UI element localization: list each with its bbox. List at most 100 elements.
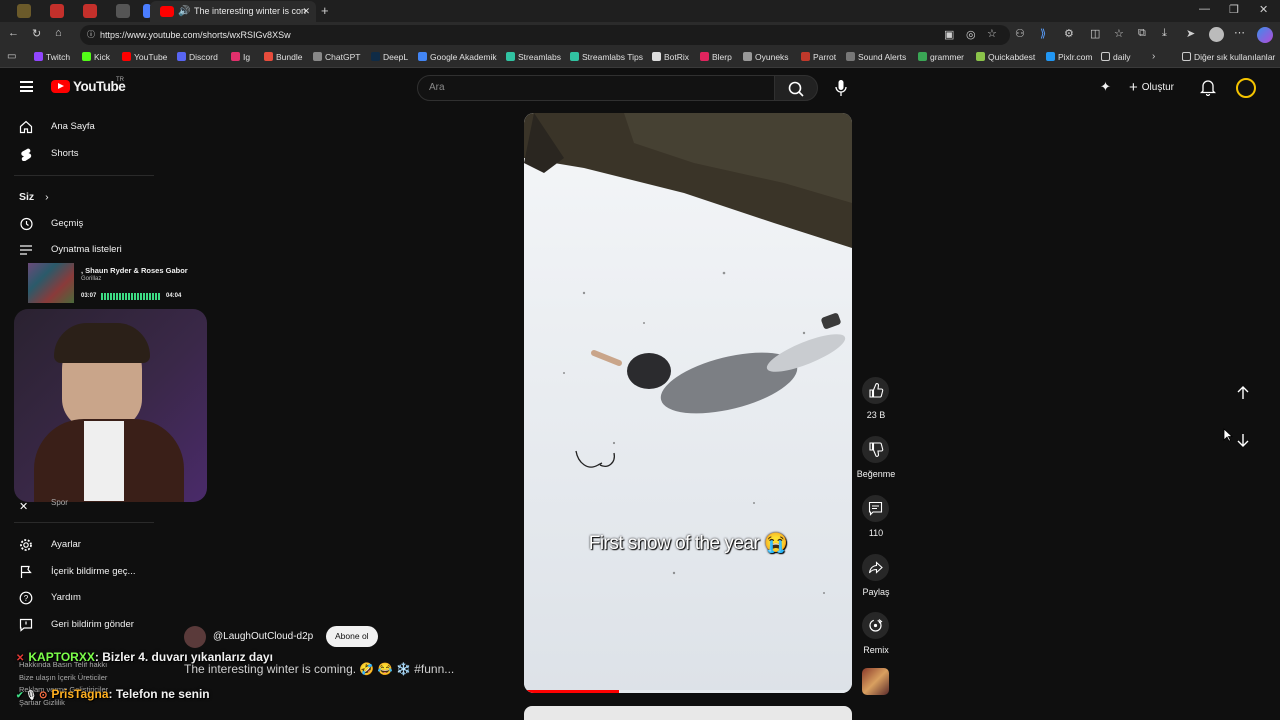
sidebar-item-playlists[interactable]: Oynatma listeleri bbox=[0, 238, 150, 262]
search-input[interactable]: Ara bbox=[417, 75, 775, 101]
bookmark-sound-alerts[interactable]: Sound Alerts bbox=[846, 52, 906, 62]
active-tab[interactable]: 🔊 The interesting winter is con ✕ bbox=[150, 1, 316, 22]
voice-search-button[interactable] bbox=[828, 75, 854, 101]
remix-button[interactable] bbox=[862, 612, 889, 639]
sidebar-item-home[interactable]: Ana Sayfa bbox=[0, 115, 150, 139]
bookmark-bundle[interactable]: Bundle bbox=[264, 52, 302, 62]
sidebar-item-feedback[interactable]: Geri bildirim gönder bbox=[0, 613, 150, 637]
remix-label: Remix bbox=[863, 645, 889, 655]
like-button[interactable] bbox=[862, 377, 889, 404]
close-window-icon[interactable]: ✕ bbox=[1259, 3, 1268, 16]
tab-youtube-icon[interactable] bbox=[50, 4, 64, 18]
next-short-button[interactable] bbox=[1232, 429, 1254, 451]
shorts-video-player[interactable]: First snow of the year 😭 bbox=[524, 113, 852, 693]
tab-youtube-icon[interactable] bbox=[83, 4, 97, 18]
sidebar-item-sports[interactable]: ✕ Spor bbox=[0, 491, 150, 515]
bookmark-kick[interactable]: Kick bbox=[82, 52, 110, 62]
bookmark-chatgpt[interactable]: ChatGPT bbox=[313, 52, 360, 62]
chat-message: ✔ 🎙 ⊙ PrisTagna: Telefon ne senin bbox=[16, 687, 210, 701]
bookmark-youtube[interactable]: YouTube bbox=[122, 52, 167, 62]
read-aloud-icon[interactable]: ⟫ bbox=[1040, 27, 1046, 40]
split-screen-icon[interactable]: ◫ bbox=[1090, 27, 1100, 40]
bookmark-label: ChatGPT bbox=[325, 52, 361, 62]
channel-avatar[interactable] bbox=[184, 626, 206, 648]
sidebar-item-help[interactable]: ? Yardım bbox=[0, 586, 150, 610]
share-button[interactable] bbox=[862, 554, 889, 581]
back-icon[interactable]: ← bbox=[8, 27, 19, 39]
profile-avatar[interactable] bbox=[1209, 27, 1224, 42]
chat-badge-icon: ✕ bbox=[16, 653, 25, 664]
search-button[interactable] bbox=[774, 75, 818, 101]
previous-short-button[interactable] bbox=[1232, 382, 1254, 404]
download-icon[interactable]: ⤓ bbox=[1162, 27, 1167, 40]
sidebar-section-you[interactable]: Siz › bbox=[0, 185, 150, 209]
close-tab-icon[interactable]: ✕ bbox=[302, 1, 310, 22]
sparkle-icon[interactable]: ✦ bbox=[1100, 79, 1111, 95]
hamburger-menu-icon[interactable] bbox=[20, 81, 33, 92]
bookmark-quickabdest[interactable]: Quickabdest bbox=[976, 52, 1035, 62]
bookmark-blerp[interactable]: Blerp bbox=[700, 52, 732, 62]
site-info-icon[interactable]: ⓘ bbox=[87, 25, 95, 45]
sidebar-label: Oynatma listeleri bbox=[51, 244, 122, 255]
twitch-icon bbox=[34, 52, 43, 61]
bookmark-streamlabs[interactable]: Streamlabs bbox=[506, 52, 561, 62]
url-field[interactable]: ⓘ https://www.youtube.com/shorts/wxRSIGv… bbox=[80, 25, 1010, 45]
bookmark-discord[interactable]: Discord bbox=[177, 52, 218, 62]
subscribe-button[interactable]: Abone ol bbox=[326, 626, 378, 647]
youtube-logo-icon[interactable] bbox=[51, 80, 70, 93]
sidebar-item-report-history[interactable]: İçerik bildirme geç... bbox=[0, 560, 150, 584]
share-icon[interactable]: ➤ bbox=[1186, 27, 1195, 40]
bookmark-daily[interactable]: daily bbox=[1101, 52, 1130, 62]
next-short-preview[interactable] bbox=[524, 706, 852, 720]
create-button[interactable]: + Oluştur bbox=[1129, 78, 1174, 98]
sidebar-item-settings[interactable]: Ayarlar bbox=[0, 533, 150, 557]
home-icon[interactable]: ⌂ bbox=[55, 27, 62, 39]
video-description[interactable]: The interesting winter is coming. 🤣 😂 ❄️… bbox=[184, 662, 454, 676]
blerp-icon bbox=[700, 52, 709, 61]
chevron-right-icon[interactable]: › bbox=[1152, 51, 1155, 62]
app-available-icon[interactable]: ▣ bbox=[944, 28, 954, 41]
bookmark-label: Streamlabs bbox=[518, 52, 561, 62]
bookmark-twitch[interactable]: Twitch bbox=[34, 52, 70, 62]
tab-favicon-icon[interactable] bbox=[116, 4, 130, 18]
maximize-icon[interactable]: ❐ bbox=[1229, 3, 1239, 16]
tab-favicon-icon[interactable] bbox=[17, 4, 31, 18]
bookmark-botrix[interactable]: BotRix bbox=[652, 52, 689, 62]
bookmark-streamlabs-tips[interactable]: Streamlabs Tips bbox=[570, 52, 643, 62]
sound-thumbnail[interactable] bbox=[862, 668, 889, 695]
comments-button[interactable] bbox=[862, 495, 889, 522]
minimize-icon[interactable]: — bbox=[1199, 3, 1210, 15]
reload-icon[interactable]: ↻ bbox=[32, 27, 41, 40]
bookmark-oyuneks[interactable]: Oyuneks bbox=[743, 52, 789, 62]
speaker-icon[interactable]: 🔊 bbox=[178, 1, 190, 22]
sidebar-item-history[interactable]: Geçmiş bbox=[0, 212, 150, 236]
notifications-icon[interactable] bbox=[1199, 79, 1217, 101]
bookmark-google-akademik[interactable]: Google Akademik bbox=[418, 52, 497, 62]
bookmark-parrot[interactable]: Parrot bbox=[801, 52, 836, 62]
sidebar-item-shorts[interactable]: Shorts bbox=[0, 142, 150, 166]
collections-icon[interactable]: ⧉ bbox=[1138, 27, 1146, 40]
bookmark-deepl[interactable]: DeepL bbox=[371, 52, 408, 62]
tracking-icon[interactable]: ◎ bbox=[966, 28, 976, 41]
new-tab-icon[interactable]: + bbox=[321, 3, 329, 18]
footer-links[interactable]: Bize ulaşın İçerik Üreticiler bbox=[19, 672, 108, 685]
dislike-button[interactable] bbox=[862, 436, 889, 463]
extension-icon[interactable]: ⚇ bbox=[1015, 27, 1025, 40]
collections-icon[interactable]: ▭ bbox=[7, 51, 16, 62]
bookmark-label: Twitch bbox=[46, 52, 71, 62]
favorite-star-icon[interactable]: ☆ bbox=[987, 27, 997, 40]
extensions-icon[interactable]: ⚙ bbox=[1064, 27, 1074, 40]
video-progress-track[interactable] bbox=[524, 690, 852, 693]
favorites-icon[interactable]: ☆ bbox=[1114, 27, 1124, 40]
now-playing-widget: , Shaun Ryder & Roses Gabor Gorillaz 03:… bbox=[28, 263, 188, 303]
bookmark-grammer[interactable]: grammer bbox=[918, 52, 964, 62]
bookmark-pixlr[interactable]: Pixlr.com bbox=[1046, 52, 1092, 62]
channel-name[interactable]: @LaughOutCloud-d2p bbox=[213, 631, 313, 642]
account-avatar[interactable] bbox=[1236, 78, 1256, 98]
bookmark-ig[interactable]: Ig bbox=[231, 52, 250, 62]
bookmark-label: BotRix bbox=[664, 52, 690, 62]
bookmark-other-folder[interactable]: Diğer sık kullanılanlar bbox=[1182, 52, 1275, 62]
sidebar-label: Spor bbox=[51, 498, 68, 507]
more-menu-icon[interactable]: ⋯ bbox=[1234, 26, 1245, 39]
copilot-icon[interactable] bbox=[1257, 27, 1273, 43]
